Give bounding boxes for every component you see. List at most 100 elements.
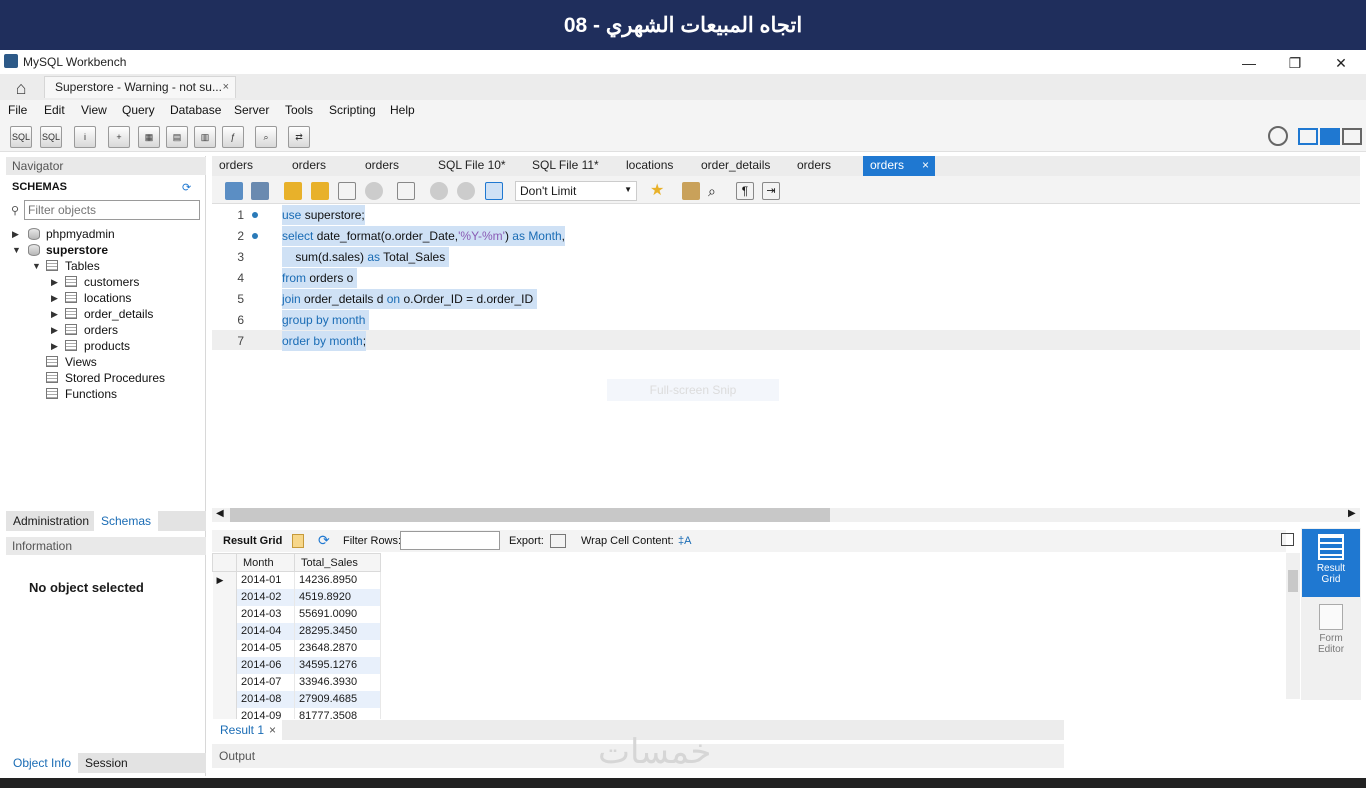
menu-help[interactable]: Help	[390, 103, 415, 117]
search-table-data-icon[interactable]: ⌕	[255, 126, 277, 148]
expand-arrow-icon[interactable]: ▶	[51, 309, 58, 320]
restore-button[interactable]: ❐	[1272, 50, 1318, 76]
table-locations[interactable]: locations	[84, 291, 131, 305]
connection-tab[interactable]: Superstore - Warning - not su... ×	[44, 76, 236, 98]
table-order-details[interactable]: order_details	[84, 307, 153, 321]
reconnect-icon[interactable]: ⇄	[288, 126, 310, 148]
toggle-panel-icon[interactable]	[1281, 533, 1294, 546]
create-function-icon[interactable]: ƒ	[222, 126, 244, 148]
editor-tab[interactable]: orders	[797, 158, 831, 172]
table-row[interactable]: 2014-02 4519.8920	[212, 588, 381, 606]
editor-tab-active[interactable]: orders ×	[863, 156, 935, 176]
expand-arrow-icon[interactable]: ▶	[51, 341, 58, 352]
row-header[interactable]	[212, 656, 237, 674]
limit-select[interactable]: Don't Limit ▼	[515, 181, 637, 201]
export-icon[interactable]	[550, 534, 566, 548]
menu-scripting[interactable]: Scripting	[329, 103, 376, 117]
row-header[interactable]	[212, 707, 237, 719]
cell-month[interactable]: 2014-05	[236, 639, 295, 657]
table-orders[interactable]: orders	[84, 323, 118, 337]
schema-phpmyadmin[interactable]: phpmyadmin	[46, 227, 115, 241]
table-row[interactable]: 2014-06 34595.1276	[212, 656, 381, 674]
settings-gear-icon[interactable]	[1268, 126, 1288, 146]
result-grid-button[interactable]: Result Grid	[1302, 529, 1360, 597]
cell-total-sales[interactable]: 33946.3930	[294, 673, 381, 691]
toggle-sidebar-icon[interactable]	[1298, 128, 1318, 145]
row-header[interactable]: ▶	[212, 571, 237, 589]
expand-arrow-icon[interactable]: ▶	[51, 325, 58, 336]
open-sql-script-icon[interactable]: SQL	[40, 126, 62, 148]
expand-arrow-icon[interactable]: ▶	[51, 277, 58, 288]
cell-month[interactable]: 2014-04	[236, 622, 295, 640]
create-procedure-icon[interactable]: ▥	[194, 126, 216, 148]
wrap-cell-icon[interactable]: ‡A	[678, 535, 691, 547]
expand-arrow-icon[interactable]: ▶	[12, 229, 19, 240]
editor-tab[interactable]: locations	[626, 158, 673, 172]
table-row[interactable]: 2014-05 23648.2870	[212, 639, 381, 657]
tables-node[interactable]: Tables	[65, 259, 100, 273]
cell-month[interactable]: 2014-06	[236, 656, 295, 674]
result-tab[interactable]: Result 1 ×	[212, 720, 282, 740]
autocommit-icon[interactable]	[485, 182, 503, 200]
menu-file[interactable]: File	[8, 103, 27, 117]
invisible-chars-icon[interactable]: ¶	[736, 182, 754, 200]
collapse-arrow-icon[interactable]: ▼	[32, 261, 41, 271]
tab-object-info[interactable]: Object Info	[6, 753, 79, 773]
refresh-schemas-icon[interactable]: ⟳	[182, 181, 191, 194]
schema-superstore[interactable]: superstore	[46, 243, 108, 257]
create-view-icon[interactable]: ▤	[166, 126, 188, 148]
cell-total-sales[interactable]: 4519.8920	[294, 588, 381, 606]
cell-month[interactable]: 2014-02	[236, 588, 295, 606]
menu-server[interactable]: Server	[234, 103, 269, 117]
inspector-icon[interactable]: i	[74, 126, 96, 148]
table-row[interactable]: 2014-07 33946.3930	[212, 673, 381, 691]
row-header[interactable]	[212, 673, 237, 691]
cell-total-sales[interactable]: 14236.8950	[294, 571, 381, 589]
cell-month[interactable]: 2014-08	[236, 690, 295, 708]
cell-total-sales[interactable]: 27909.4685	[294, 690, 381, 708]
refresh-icon[interactable]: ⟳	[318, 532, 330, 549]
filter-objects-input[interactable]	[24, 200, 200, 220]
create-table-icon[interactable]: ▦	[138, 126, 160, 148]
table-row[interactable]: 2014-09 81777.3508	[212, 707, 381, 719]
form-editor-button[interactable]: Form Editor	[1302, 600, 1360, 662]
cell-total-sales[interactable]: 23648.2870	[294, 639, 381, 657]
menu-query[interactable]: Query	[122, 103, 155, 117]
close-icon[interactable]: ×	[269, 723, 276, 737]
table-customers[interactable]: customers	[84, 275, 139, 289]
row-header[interactable]	[212, 622, 237, 640]
tab-administration[interactable]: Administration	[13, 514, 89, 528]
editor-tab[interactable]: orders	[219, 158, 253, 172]
editor-tab[interactable]: orders	[292, 158, 326, 172]
beautify-icon[interactable]	[682, 182, 700, 200]
minimize-button[interactable]: —	[1226, 50, 1272, 76]
row-header[interactable]	[212, 690, 237, 708]
menu-view[interactable]: View	[81, 103, 107, 117]
close-icon[interactable]: ×	[223, 81, 229, 93]
table-row[interactable]: 2014-03 55691.0090	[212, 605, 381, 623]
new-sql-tab-icon[interactable]: SQL	[10, 126, 32, 148]
commit-icon[interactable]	[430, 182, 448, 200]
functions-node[interactable]: Functions	[65, 387, 117, 401]
table-row[interactable]: 2014-04 28295.3450	[212, 622, 381, 640]
home-icon[interactable]: ⌂	[8, 78, 34, 98]
column-header-month[interactable]: Month	[236, 553, 295, 572]
editor-tab[interactable]: orders	[365, 158, 399, 172]
scroll-right-icon[interactable]: ▶	[1348, 508, 1356, 519]
close-icon[interactable]: ×	[922, 158, 929, 172]
editor-tab[interactable]: SQL File 10*	[438, 158, 506, 172]
menu-tools[interactable]: Tools	[285, 103, 313, 117]
grid-icon[interactable]	[292, 534, 304, 548]
toggle-continue-icon[interactable]	[397, 182, 415, 200]
toggle-output-icon[interactable]	[1320, 128, 1340, 145]
open-file-icon[interactable]	[225, 182, 243, 200]
save-icon[interactable]	[251, 182, 269, 200]
grid-scroll-thumb[interactable]	[1288, 570, 1298, 592]
tab-session[interactable]: Session	[85, 756, 128, 770]
table-products[interactable]: products	[84, 339, 130, 353]
scroll-left-icon[interactable]: ◀	[216, 508, 224, 519]
cell-total-sales[interactable]: 34595.1276	[294, 656, 381, 674]
execute-icon[interactable]	[284, 182, 302, 200]
menu-database[interactable]: Database	[170, 103, 221, 117]
rollback-icon[interactable]	[457, 182, 475, 200]
